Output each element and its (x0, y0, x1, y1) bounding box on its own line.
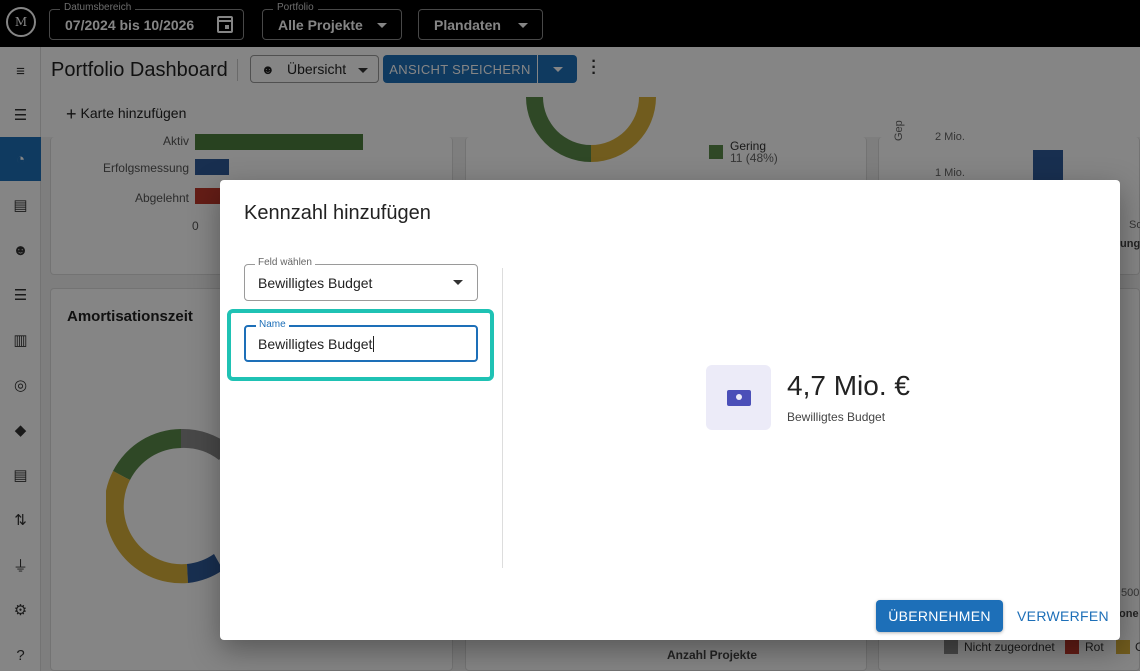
money-bill-icon (727, 390, 751, 406)
dialog-divider (502, 268, 503, 568)
add-kpi-dialog: Kennzahl hinzufügen Feld wählen Bewillig… (220, 180, 1120, 640)
chevron-down-icon (453, 280, 463, 285)
field-select-label: Feld wählen (255, 257, 315, 268)
kpi-preview-label: Bewilligtes Budget (787, 410, 886, 424)
dialog-title: Kennzahl hinzufügen (244, 202, 431, 224)
discard-button[interactable]: VERWERFEN (1015, 600, 1111, 632)
apply-button[interactable]: ÜBERNEHMEN (876, 600, 1003, 632)
name-input-highlight (227, 309, 494, 381)
field-select-value: Bewilligtes Budget (258, 275, 373, 291)
kpi-preview-value: 4,7 Mio. € (787, 370, 910, 401)
kpi-icon-container (706, 365, 771, 430)
field-select[interactable]: Feld wählen Bewilligtes Budget (244, 257, 478, 301)
